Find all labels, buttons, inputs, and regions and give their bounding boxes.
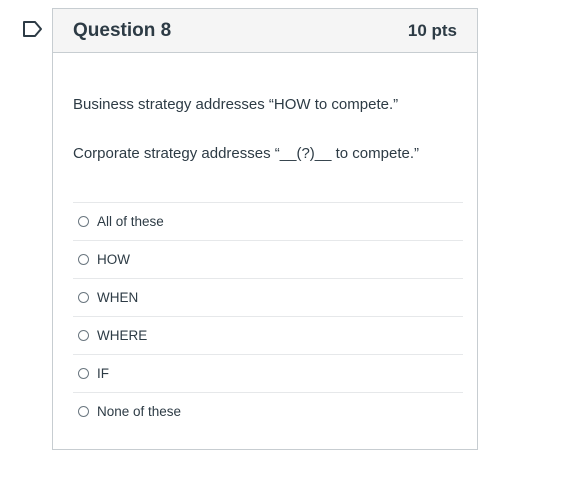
answer-option-all-of-these[interactable]: All of these <box>73 202 463 240</box>
question-text-line-1: Business strategy addresses “HOW to comp… <box>73 96 399 113</box>
question-card: Question 8 10 pts Business strategy addr… <box>52 8 478 450</box>
radio-button[interactable] <box>78 368 89 379</box>
radio-button[interactable] <box>78 406 89 417</box>
radio-button[interactable] <box>78 330 89 341</box>
question-points: 10 pts <box>407 20 457 40</box>
answer-label: WHEN <box>97 290 139 305</box>
answer-label: All of these <box>97 214 164 229</box>
answer-label: WHERE <box>97 328 148 343</box>
radio-button[interactable] <box>78 216 89 227</box>
answer-option-if[interactable]: IF <box>73 354 463 392</box>
answer-label: IF <box>97 366 109 381</box>
question-header: Question 8 10 pts <box>53 9 477 53</box>
flag-icon[interactable] <box>22 20 44 38</box>
answer-label: None of these <box>97 404 182 419</box>
radio-button[interactable] <box>78 292 89 303</box>
question-text-line-2: Corporate strategy addresses “__(?)__ to… <box>73 145 420 162</box>
answer-list: All of these HOW WHEN WHERE IF None of t… <box>73 202 463 430</box>
answer-option-how[interactable]: HOW <box>73 240 463 278</box>
answer-option-where[interactable]: WHERE <box>73 316 463 354</box>
answer-option-none-of-these[interactable]: None of these <box>73 392 463 430</box>
question-title: Question 8 <box>73 19 172 41</box>
radio-button[interactable] <box>78 254 89 265</box>
answer-option-when[interactable]: WHEN <box>73 278 463 316</box>
answer-label: HOW <box>97 252 130 267</box>
